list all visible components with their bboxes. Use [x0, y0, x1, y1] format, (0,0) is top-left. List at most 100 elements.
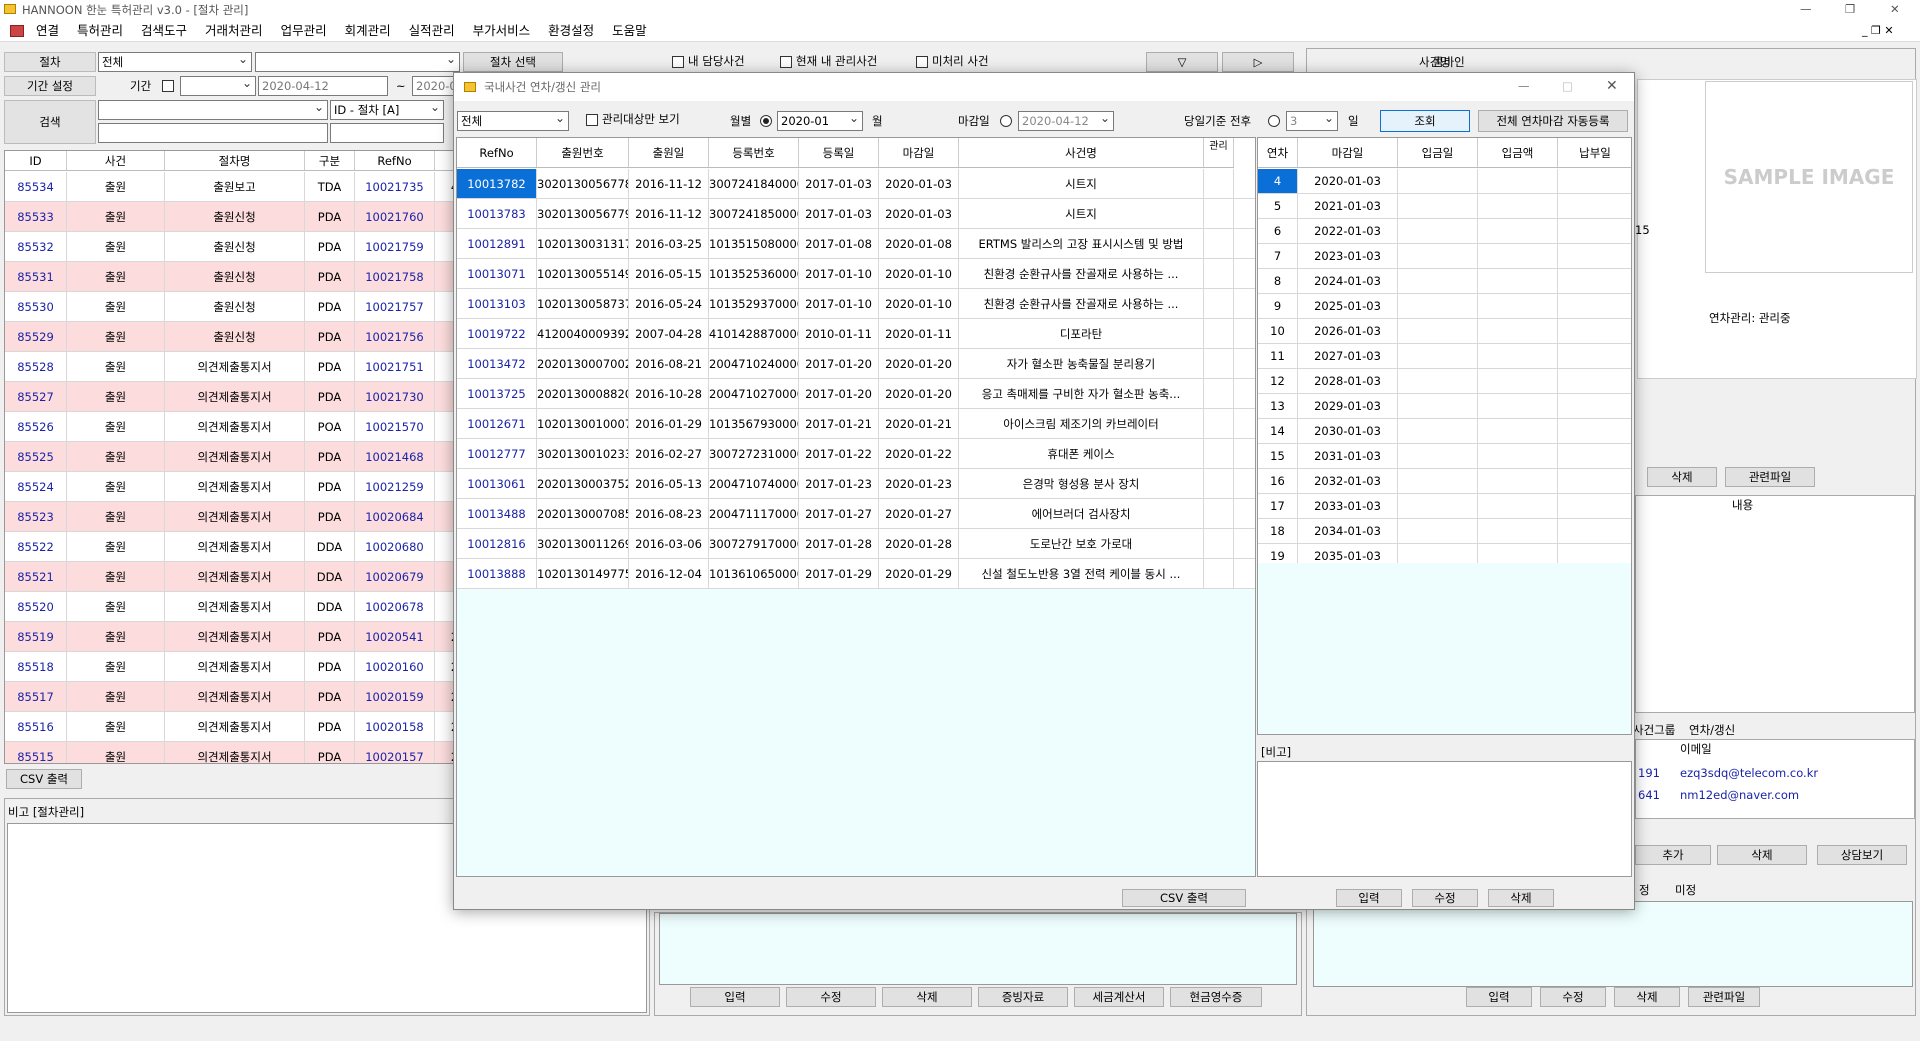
- table-row[interactable]: 85530 출원 출원신청 PDA 10021757: [5, 292, 459, 322]
- dialog-table-row[interactable]: 10012891 1020130031317 2016-03-25 101351508…: [457, 229, 1255, 259]
- dcol-reg-no[interactable]: 등록번호: [709, 138, 799, 167]
- csv-export-button[interactable]: CSV 출력: [6, 769, 82, 789]
- case-related-file-button[interactable]: 관련파일: [1725, 467, 1815, 487]
- col-id[interactable]: ID: [5, 151, 67, 170]
- tab-case-group[interactable]: 사건그룹: [1633, 721, 1675, 739]
- menu-item-search[interactable]: 검색도구: [141, 23, 187, 38]
- managed-only-checkbox[interactable]: [586, 114, 598, 126]
- payment-edit-button[interactable]: 수정: [786, 987, 876, 1007]
- dialog-table-row[interactable]: 10012816 3020130011269 2016-03-06 300727917…: [457, 529, 1255, 559]
- dialog-table-row[interactable]: 10013783 3020130056779 2016-11-12 300724185…: [457, 199, 1255, 229]
- right-related-file-button[interactable]: 관련파일: [1688, 987, 1760, 1007]
- table-row[interactable]: 85526 출원 의견제출통지서 POA 10021570: [5, 412, 459, 442]
- dialog-table-row[interactable]: 10013061 2020130003752 2016-05-13 200471074…: [457, 469, 1255, 499]
- table-row[interactable]: 85520 출원 의견제출통지서 DDA 10020678: [5, 592, 459, 622]
- consult-button[interactable]: 상담보기: [1817, 845, 1907, 865]
- dcol-case-name[interactable]: 사건명: [959, 138, 1204, 167]
- annuity-row[interactable]: 12 2028-01-03: [1258, 369, 1631, 394]
- deadline-radio[interactable]: [1000, 115, 1012, 127]
- dialog-table-row[interactable]: 10013472 2020130007002 2016-08-21 200471024…: [457, 349, 1255, 379]
- dcol-deadline[interactable]: 마감일: [879, 138, 959, 167]
- evidence-button[interactable]: 증빙자료: [978, 987, 1068, 1007]
- dialog-table-row[interactable]: 10013782 3020130056778 2016-11-12 300724184…: [457, 169, 1255, 199]
- payment-input-button[interactable]: 입력: [690, 987, 780, 1007]
- annuity-row[interactable]: 8 2024-01-03: [1258, 269, 1631, 294]
- annuity-row[interactable]: 10 2026-01-03: [1258, 319, 1631, 344]
- monthly-radio[interactable]: [760, 115, 772, 127]
- dialog-table-row[interactable]: 10013888 1020130149775 2016-12-04 101361065…: [457, 559, 1255, 589]
- dcol-manage[interactable]: 관리: [1204, 138, 1234, 167]
- mdi-window-controls[interactable]: _ ❐ ✕: [1862, 20, 1894, 42]
- auto-register-button[interactable]: 전체 연차마감 자동등록: [1478, 110, 1628, 132]
- dcol-refno[interactable]: RefNo: [457, 138, 537, 167]
- month-select[interactable]: 2020-01: [777, 111, 863, 131]
- menu-item-extra[interactable]: 부가서비스: [473, 23, 531, 38]
- tax-invoice-button[interactable]: 세금계산서: [1074, 987, 1164, 1007]
- annuity-row[interactable]: 13 2029-01-03: [1258, 394, 1631, 419]
- procedure-sub-select[interactable]: [255, 52, 460, 72]
- col-refno[interactable]: RefNo: [355, 151, 435, 170]
- table-row[interactable]: 85531 출원 출원신청 PDA 10021758: [5, 262, 459, 292]
- menu-item-client[interactable]: 거래처관리: [205, 23, 263, 38]
- dialog-close-icon[interactable]: ✕: [1606, 77, 1618, 95]
- tab-annuity[interactable]: 연차/갱신: [1689, 721, 1735, 739]
- menu-item-performance[interactable]: 실적관리: [409, 23, 455, 38]
- menu-item-help[interactable]: 도움말: [612, 23, 647, 38]
- col-type[interactable]: 구분: [305, 151, 355, 170]
- dialog-filter-select[interactable]: 전체: [457, 111, 569, 131]
- dialog-edit-button[interactable]: 수정: [1412, 889, 1478, 907]
- dialog-search-button[interactable]: 조회: [1380, 110, 1470, 132]
- tab-unset[interactable]: 미정: [1675, 881, 1696, 899]
- menu-item-work[interactable]: 업무관리: [281, 23, 327, 38]
- search-input[interactable]: [98, 123, 328, 143]
- dialog-table-row[interactable]: 10012671 1020130010007 2016-01-29 101356793…: [457, 409, 1255, 439]
- annuity-row[interactable]: 16 2032-01-03: [1258, 469, 1631, 494]
- my-cases-checkbox[interactable]: [672, 56, 684, 68]
- table-row[interactable]: 85532 출원 출원신청 PDA 10021759: [5, 232, 459, 262]
- payment-delete-button[interactable]: 삭제: [882, 987, 972, 1007]
- dialog-minimize-icon[interactable]: —: [1518, 77, 1530, 95]
- dialog-table-row[interactable]: 10019722 4120040009392 2007-04-28 410142887…: [457, 319, 1255, 349]
- menu-item-patent[interactable]: 특허관리: [77, 23, 123, 38]
- procedure-select[interactable]: 전체: [98, 52, 252, 72]
- table-row[interactable]: 85524 출원 의견제출통지서 PDA 10021259: [5, 472, 459, 502]
- current-cases-checkbox[interactable]: [780, 56, 792, 68]
- dialog-table-row[interactable]: 10013488 2020130007085 2016-08-23 200471117…: [457, 499, 1255, 529]
- dialog-table-row[interactable]: 10013103 1020130058737 2016-05-24 101352937…: [457, 289, 1255, 319]
- right-edit-button[interactable]: 수정: [1540, 987, 1606, 1007]
- unprocessed-checkbox[interactable]: [916, 56, 928, 68]
- close-icon[interactable]: ✕: [1890, 0, 1900, 18]
- right-delete-button[interactable]: 삭제: [1614, 987, 1680, 1007]
- table-row[interactable]: 85529 출원 출원신청 PDA 10021756: [5, 322, 459, 352]
- search-input-2[interactable]: [330, 123, 444, 143]
- annuity-row[interactable]: 6 2022-01-03: [1258, 219, 1631, 244]
- dialog-note-textarea[interactable]: [1257, 761, 1632, 877]
- table-row[interactable]: 85515출원의견제출통지서PDA100201572: [5, 742, 459, 763]
- ycol-year[interactable]: 연차: [1258, 138, 1298, 167]
- period-checkbox[interactable]: [162, 80, 174, 92]
- procedure-select-button[interactable]: 절차 선택: [463, 52, 563, 72]
- table-row[interactable]: 85527 출원 의견제출통지서 PDA 10021730: [5, 382, 459, 412]
- minimize-icon[interactable]: —: [1800, 0, 1812, 18]
- table-row[interactable]: 85533 출원 출원신청 PDA 10021760: [5, 202, 459, 232]
- annuity-row[interactable]: 7 2023-01-03: [1258, 244, 1631, 269]
- days-select[interactable]: 3: [1286, 111, 1338, 131]
- contact-email-1[interactable]: ezq3sdq@telecom.co.kr: [1680, 764, 1818, 782]
- menu-item-accounting[interactable]: 회계관리: [345, 23, 391, 38]
- annuity-row[interactable]: 11 2027-01-03: [1258, 344, 1631, 369]
- table-row[interactable]: 85523 출원 의견제출통지서 PDA 10020684: [5, 502, 459, 532]
- case-delete-button[interactable]: 삭제: [1647, 467, 1717, 487]
- table-row[interactable]: 85519출원의견제출통지서PDA100205412: [5, 622, 459, 652]
- contact-add-button[interactable]: 추가: [1635, 845, 1711, 865]
- sameday-radio[interactable]: [1268, 115, 1280, 127]
- annuity-row[interactable]: 14 2030-01-03: [1258, 419, 1631, 444]
- tab-set[interactable]: 정: [1639, 881, 1650, 899]
- contact-email-2[interactable]: nm12ed@naver.com: [1680, 786, 1799, 804]
- date-from-input[interactable]: 2020-04-12: [258, 76, 388, 96]
- dialog-csv-button[interactable]: CSV 출력: [1122, 889, 1246, 907]
- annuity-row[interactable]: 4 2020-01-03: [1258, 169, 1631, 194]
- deadline-date-input[interactable]: 2020-04-12: [1018, 111, 1114, 131]
- menu-item-connect[interactable]: 연결: [36, 23, 59, 38]
- annuity-row[interactable]: 5 2021-01-03: [1258, 194, 1631, 219]
- table-row[interactable]: 85521 출원 의견제출통지서 DDA 10020679: [5, 562, 459, 592]
